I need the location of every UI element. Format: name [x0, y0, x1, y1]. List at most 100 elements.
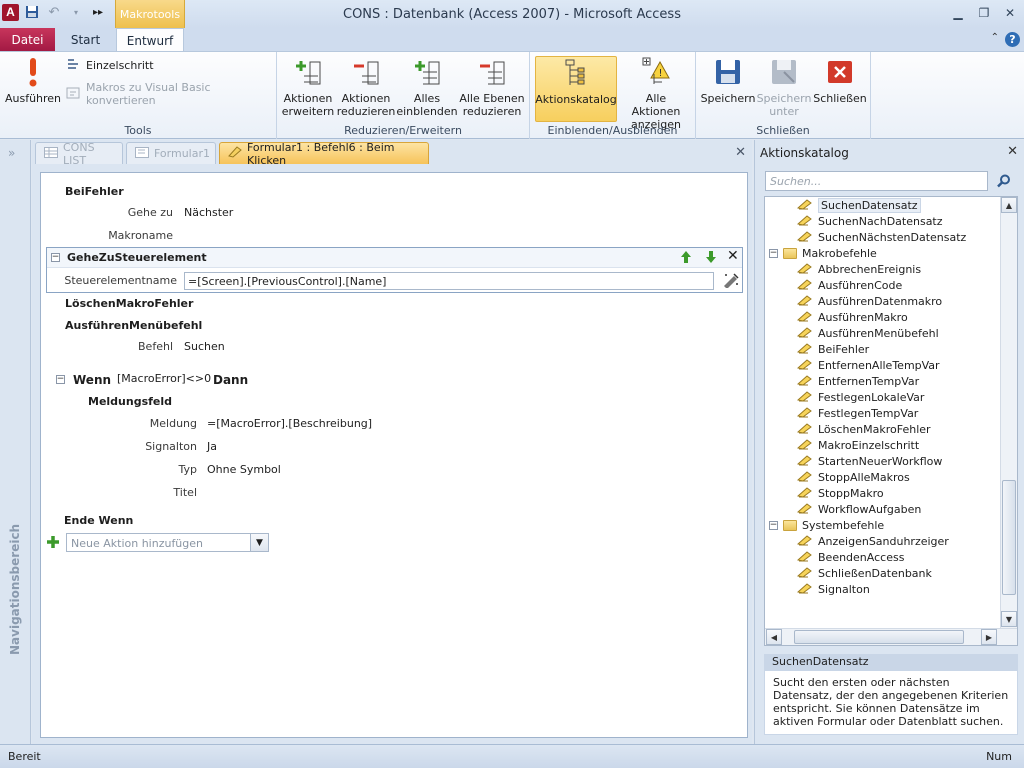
if-condition[interactable]: [MacroError]<>0 — [117, 372, 211, 385]
doc-tab-macro[interactable]: Formular1 : Befehl6 : Beim Klicken — [219, 141, 429, 167]
svg-text:!: ! — [659, 68, 663, 79]
tree-item[interactable]: WorkflowAufgaben — [796, 501, 921, 517]
chevron-down-icon[interactable]: ▼ — [250, 534, 268, 551]
tree-item[interactable]: Signalton — [796, 581, 870, 597]
tree-item[interactable]: StartenNeuerWorkflow — [796, 453, 942, 469]
tree-item[interactable]: LöschenMakroFehler — [796, 421, 931, 437]
tree-item[interactable]: EntfernenAlleTempVar — [796, 357, 940, 373]
collapse-all-button[interactable]: Alle Ebenen reduzieren — [459, 56, 525, 118]
expand-actions-button[interactable]: Aktionen erweitern — [282, 56, 334, 118]
search-icon[interactable] — [992, 170, 1016, 192]
tree-label: FestlegenTempVar — [818, 406, 919, 420]
macro-action-icon — [796, 550, 813, 565]
scroll-down-icon[interactable]: ▼ — [1001, 611, 1017, 627]
status-bar: Bereit Num — [0, 744, 1024, 768]
folder-collapse-icon[interactable]: − — [769, 520, 778, 530]
tree-item[interactable]: BeendenAccess — [796, 549, 904, 565]
scroll-up-icon[interactable]: ▲ — [1001, 197, 1017, 213]
macro-editor-area: BeiFehler Gehe zu Nächster Makroname − G… — [32, 164, 752, 744]
convert-icon — [66, 86, 82, 103]
tree-vertical-scrollbar[interactable]: ▲ ▼ — [1000, 197, 1017, 629]
tree-item[interactable]: AusführenDatenmakro — [796, 293, 942, 309]
run-button[interactable]: Ausführen — [5, 56, 61, 105]
doc-tab-form[interactable]: Formular1 — [126, 142, 216, 164]
single-step-button[interactable]: Einzelschritt — [66, 58, 154, 73]
tree-item[interactable]: AusführenCode — [796, 277, 902, 293]
tab-design[interactable]: Entwurf — [116, 28, 184, 52]
tree-folder[interactable]: − Systembefehle — [769, 517, 884, 533]
goto-value[interactable]: Nächster — [184, 206, 233, 219]
action-clear-error[interactable]: LöschenMakroFehler — [65, 297, 193, 310]
close-window-icon[interactable]: ✕ — [1002, 5, 1018, 21]
navigation-pane[interactable]: » Navigationsbereich — [0, 140, 31, 744]
action-run-menu-command[interactable]: AusführenMenübefehl — [65, 319, 202, 332]
expression-builder-icon[interactable] — [722, 272, 740, 291]
control-name-input[interactable]: =[Screen].[PreviousControl].[Name] — [184, 272, 714, 290]
macro-action-icon — [796, 534, 813, 549]
action-message-box[interactable]: Meldungsfeld — [88, 395, 172, 408]
tree-item[interactable]: SuchenNachDatensatz — [796, 213, 943, 229]
restore-icon[interactable]: ❐ — [976, 5, 992, 21]
tree-item[interactable]: FestlegenTempVar — [796, 405, 919, 421]
beep-value[interactable]: Ja — [207, 440, 217, 453]
action-on-error[interactable]: BeiFehler — [65, 185, 124, 198]
undo-icon[interactable]: ↶ — [45, 3, 63, 21]
tree-folder[interactable]: − Makrobefehle — [769, 245, 877, 261]
scroll-left-icon[interactable]: ◀ — [766, 629, 782, 645]
catalog-tree[interactable]: Signalton SchließenDatenbank BeendenAccess… — [764, 196, 1018, 646]
tree-item[interactable]: SuchenNächstenDatensatz — [796, 229, 966, 245]
save-button[interactable]: Speichern — [701, 56, 755, 105]
tree-item[interactable]: StoppMakro — [796, 485, 884, 501]
minimize-ribbon-icon[interactable]: ⌃ — [991, 32, 999, 47]
group-collapse-expand: Aktionen erweitern Aktionen reduzieren A… — [277, 52, 530, 139]
tree-item[interactable]: AusführenMakro — [796, 309, 908, 325]
tab-file[interactable]: Datei — [0, 28, 55, 52]
save-as-button[interactable]: Speichern unter — [757, 56, 811, 118]
tree-item[interactable]: EntfernenTempVar — [796, 373, 919, 389]
close-catalog-icon[interactable]: ✕ — [1007, 144, 1018, 159]
show-all-actions-button[interactable]: ! Alle Aktionen anzeigen — [620, 56, 692, 131]
help-icon[interactable]: ? — [1005, 32, 1020, 47]
if-collapse-icon[interactable]: − — [56, 375, 65, 384]
tree-item[interactable]: AnzeigenSanduhrzeiger — [796, 533, 949, 549]
macro-editor[interactable]: BeiFehler Gehe zu Nächster Makroname − G… — [40, 172, 748, 738]
command-value[interactable]: Suchen — [184, 340, 225, 353]
tree-item[interactable]: AusführenMenübefehl — [796, 325, 939, 341]
tree-item[interactable]: StoppAlleMakros — [796, 469, 910, 485]
doc-tab-cons-list[interactable]: CONS LIST — [35, 141, 123, 167]
tree-item[interactable]: AbbrechenEreignis — [796, 261, 921, 277]
expand-all-button[interactable]: Alles einblenden — [396, 56, 458, 118]
tab-start[interactable]: Start — [58, 28, 113, 52]
vertical-scroll-thumb[interactable] — [1002, 480, 1016, 595]
tree-item[interactable]: BeiFehler — [796, 341, 869, 357]
message-value[interactable]: =[MacroError].[Beschreibung] — [207, 417, 372, 430]
tree-horizontal-scrollbar[interactable]: ◀ ▶ — [765, 628, 1017, 645]
convert-to-vba-button[interactable]: Makros zu Visual Basic konvertieren — [66, 81, 276, 107]
scroll-right-icon[interactable]: ▶ — [981, 629, 997, 645]
move-down-icon[interactable] — [705, 250, 717, 267]
folder-collapse-icon[interactable]: − — [769, 248, 778, 258]
collapse-icon[interactable]: − — [51, 253, 60, 262]
close-document-icon[interactable]: ✕ — [735, 145, 746, 160]
horizontal-scroll-thumb[interactable] — [794, 630, 964, 644]
group-tools-label: Tools — [124, 124, 152, 137]
move-up-icon[interactable] — [680, 250, 692, 267]
access-app-icon[interactable]: A — [2, 3, 19, 21]
customize-qat-icon[interactable]: ▾ — [67, 3, 85, 21]
tree-item[interactable]: SuchenDatensatz — [796, 197, 921, 213]
tree-item[interactable]: MakroEinzelschritt — [796, 437, 919, 453]
more-commands-icon[interactable]: ▸▸ — [89, 3, 107, 21]
add-action-dropdown[interactable]: Neue Aktion hinzufügen ▼ — [66, 533, 269, 552]
tree-item[interactable]: SchließenDatenbank — [796, 565, 932, 581]
catalog-search-input[interactable]: Suchen... — [765, 171, 988, 191]
close-macro-button[interactable]: Schließen — [813, 56, 867, 105]
action-catalog-button[interactable]: Aktionskatalog — [535, 56, 617, 122]
tree-item[interactable]: FestlegenLokaleVar — [796, 389, 924, 405]
minimize-icon[interactable]: ▁ — [950, 5, 966, 21]
action-goto-control[interactable]: − GeheZuSteuerelement ✕ Steuerelementnam… — [46, 247, 743, 293]
expand-nav-icon[interactable]: » — [8, 146, 15, 160]
collapse-actions-button[interactable]: Aktionen reduzieren — [337, 56, 395, 118]
delete-action-icon[interactable]: ✕ — [727, 248, 739, 264]
type-value[interactable]: Ohne Symbol — [207, 463, 281, 476]
save-icon[interactable] — [23, 3, 41, 21]
